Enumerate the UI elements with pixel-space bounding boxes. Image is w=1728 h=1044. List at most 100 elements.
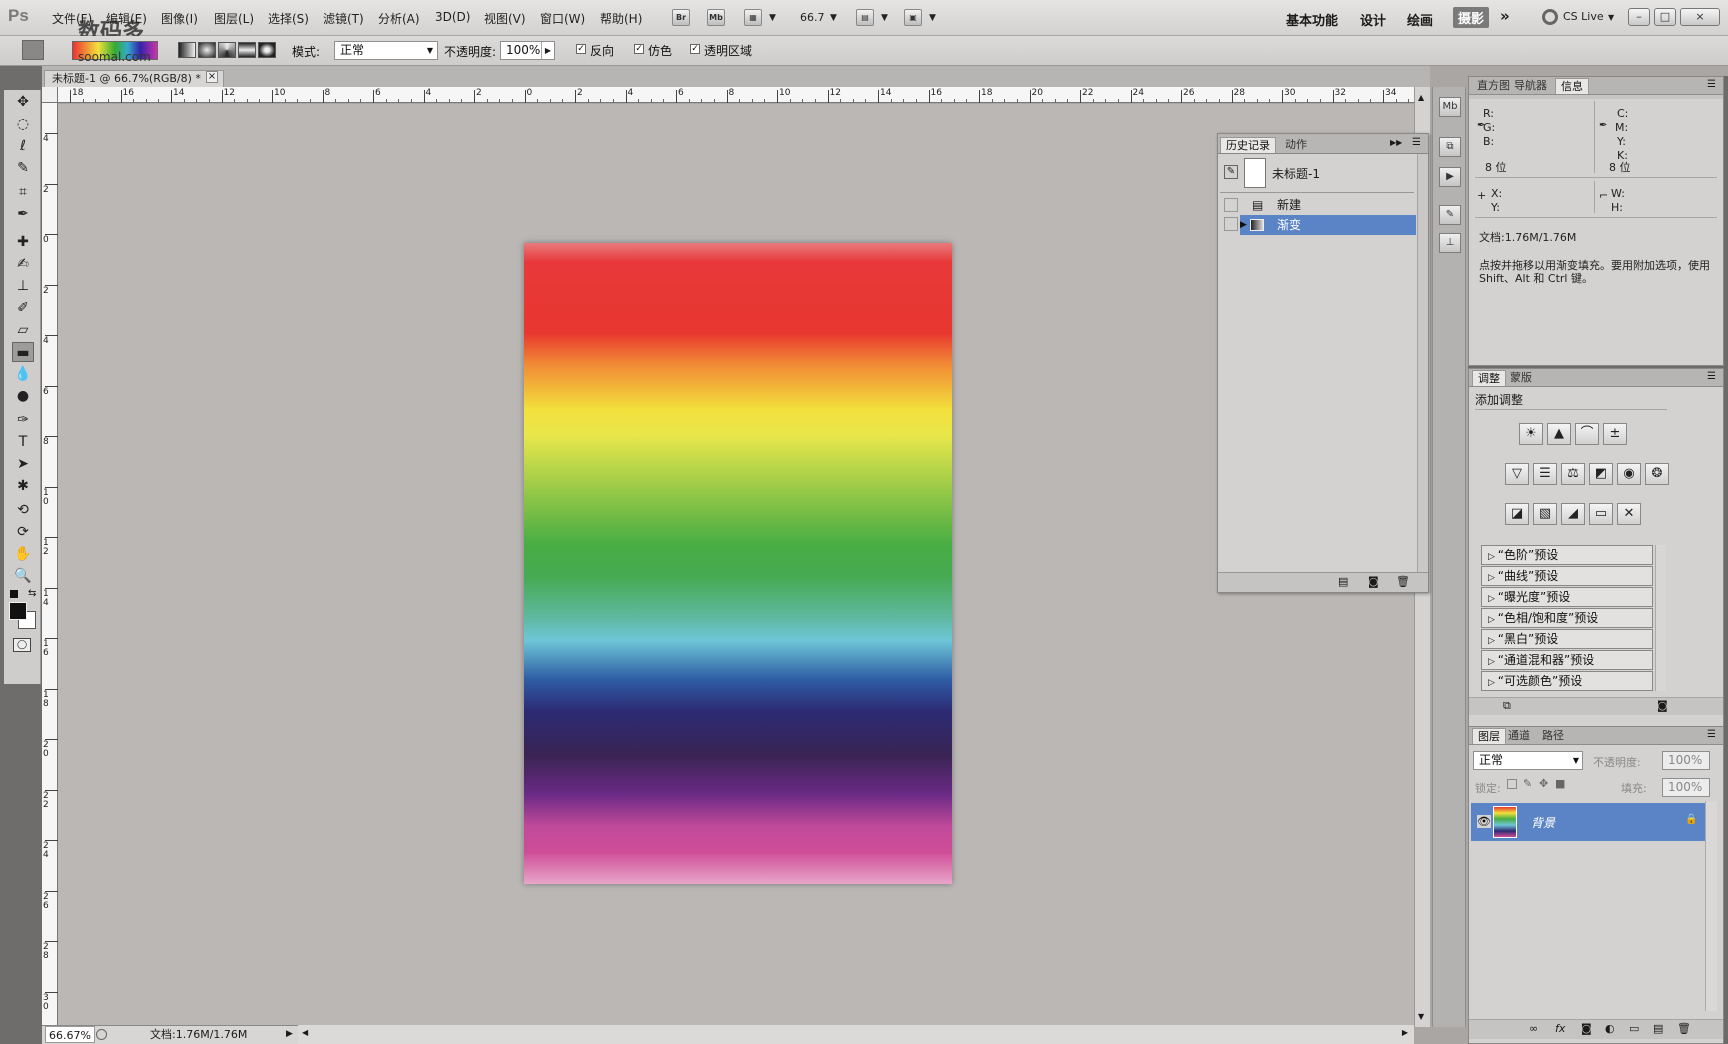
reverse-checkbox[interactable]: ✓ [576, 44, 586, 54]
lock-all-icon[interactable]: ■ [1555, 777, 1565, 790]
trash-icon[interactable]: 🗑 [1396, 575, 1410, 588]
zoom-tool-icon[interactable]: 🔍 [12, 566, 34, 586]
eye-visibility-icon[interactable]: 👁 [1477, 815, 1491, 828]
expanded-view-icon[interactable]: ◙ [1657, 699, 1668, 712]
3d-rotate-tool-icon[interactable]: ⟲ [12, 500, 34, 520]
chevron-down-icon[interactable]: ▼ [830, 13, 837, 23]
shape-tool-icon[interactable]: ✱ [12, 476, 34, 496]
mode-select[interactable]: 正常 ▼ [334, 41, 438, 60]
status-zoom[interactable]: 66.67% [45, 1026, 95, 1043]
quick-selection-tool-icon[interactable]: ✎ [12, 158, 34, 178]
panel-menu-icon[interactable]: ☰ [1707, 729, 1716, 740]
tab-navigator[interactable]: 导航器 [1509, 78, 1552, 94]
cs-live-icon[interactable] [1542, 9, 1558, 25]
gradient-tool-preset-icon[interactable] [22, 40, 44, 60]
preset-black-white[interactable]: ▷ “黑白”预设 [1481, 629, 1653, 649]
preset-levels[interactable]: ▷ “色阶”预设 [1481, 545, 1653, 565]
reflected-gradient-icon[interactable] [238, 42, 256, 58]
tab-history[interactable]: 历史记录 [1220, 137, 1276, 153]
pen-tool-icon[interactable]: ✑ [12, 410, 34, 430]
invert-icon[interactable]: ◪ [1505, 503, 1529, 525]
lock-transparent-icon[interactable] [1507, 779, 1517, 789]
bridge-button[interactable]: Br [672, 9, 690, 26]
selective-color-icon[interactable]: ✕ [1617, 503, 1641, 525]
tab-channels[interactable]: 通道 [1503, 728, 1535, 744]
tab-info[interactable]: 信息 [1555, 78, 1589, 94]
layer-mask-icon[interactable]: ◙ [1581, 1022, 1592, 1035]
chevron-down-icon[interactable]: ▼ [929, 13, 936, 23]
history-brush-tool-icon[interactable]: ✐ [12, 298, 34, 318]
default-colors-icon[interactable] [10, 590, 18, 598]
diamond-gradient-icon[interactable] [258, 42, 276, 58]
clone-source-icon[interactable]: ⊥ [1439, 233, 1461, 253]
preset-hue-saturation[interactable]: ▷ “色相/饱和度”预设 [1481, 608, 1653, 628]
adjustment-layer-icon[interactable]: ◐ [1605, 1022, 1615, 1035]
blur-tool-icon[interactable]: 💧 [12, 364, 34, 384]
history-scrollbar[interactable] [1417, 154, 1428, 572]
menu-image[interactable]: 图像(I) [161, 10, 198, 27]
curves-icon[interactable]: ⌒ [1575, 423, 1599, 445]
scroll-left-icon[interactable]: ◀ [302, 1028, 308, 1037]
group-icon[interactable]: ▭ [1629, 1022, 1639, 1035]
photo-filter-icon[interactable]: ◉ [1617, 463, 1641, 485]
layer-style-icon[interactable]: fx [1555, 1022, 1565, 1035]
screen-mode-icon[interactable]: ▣ [904, 9, 922, 26]
trash-icon[interactable]: 🗑 [1677, 1022, 1691, 1035]
levels-icon[interactable]: ▲ [1547, 423, 1571, 445]
chevron-down-icon[interactable]: ▼ [881, 13, 888, 23]
menu-analysis[interactable]: 分析(A) [378, 10, 420, 27]
move-tool-icon[interactable]: ✥ [12, 92, 34, 112]
actions-panel-icon[interactable]: ▶ [1439, 167, 1461, 187]
history-checkbox[interactable] [1224, 198, 1238, 212]
foreground-color-swatch[interactable] [9, 602, 27, 620]
clone-stamp-tool-icon[interactable]: ⊥ [12, 276, 34, 296]
blend-mode-select[interactable]: 正常 ▼ [1473, 751, 1583, 770]
angle-gradient-icon[interactable] [218, 42, 236, 58]
posterize-icon[interactable]: ▧ [1533, 503, 1557, 525]
preset-selective-color[interactable]: ▷ “可选颜色”预设 [1481, 671, 1653, 691]
threshold-icon[interactable]: ◢ [1561, 503, 1585, 525]
new-layer-icon[interactable]: ▤ [1653, 1022, 1663, 1035]
close-tab-icon[interactable]: × [206, 71, 218, 83]
cs-live-button[interactable]: CS Live [1563, 10, 1604, 23]
close-button[interactable]: × [1680, 8, 1720, 26]
type-tool-icon[interactable]: T [12, 432, 34, 452]
dodge-tool-icon[interactable]: ● [12, 386, 34, 406]
more-workspaces-icon[interactable]: » [1500, 7, 1510, 25]
clip-to-layer-icon[interactable]: ⧉ [1503, 699, 1511, 713]
mini-bridge-icon[interactable]: Mb [1439, 97, 1461, 117]
menu-filter[interactable]: 滤镜(T) [323, 10, 364, 27]
presets-scrollbar[interactable] [1655, 545, 1666, 691]
status-info-icon[interactable] [96, 1029, 107, 1040]
history-checkbox[interactable] [1224, 217, 1238, 231]
menu-3d[interactable]: 3D(D) [435, 10, 470, 24]
view-extras-icon[interactable]: ▦ [744, 9, 762, 26]
chevron-down-icon[interactable]: ▼ [1608, 13, 1614, 22]
panel-menu-icon[interactable]: ☰ [1707, 79, 1716, 90]
arrange-documents-icon[interactable]: ▤ [856, 9, 874, 26]
zoom-level[interactable]: 66.7 [800, 11, 825, 24]
menu-help[interactable]: 帮助(H) [600, 10, 642, 27]
marquee-tool-icon[interactable]: ◌ [12, 114, 34, 134]
radial-gradient-icon[interactable] [198, 42, 216, 58]
3d-orbit-tool-icon[interactable]: ⟳ [12, 522, 34, 542]
menu-window[interactable]: 窗口(W) [540, 10, 585, 27]
workspace-painting[interactable]: 绘画 [1407, 10, 1433, 29]
scroll-down-icon[interactable]: ▼ [1418, 1012, 1424, 1021]
history-item[interactable]: ▤ 新建 [1218, 195, 1414, 215]
preset-exposure[interactable]: ▷ “曝光度”预设 [1481, 587, 1653, 607]
transparency-checkbox[interactable]: ✓ [690, 44, 700, 54]
status-menu-icon[interactable]: ▶ [286, 1026, 293, 1043]
hue-saturation-icon[interactable]: ☰ [1533, 463, 1557, 485]
layer-opacity-field[interactable]: 100% [1662, 751, 1710, 770]
link-layers-icon[interactable]: ∞ [1529, 1022, 1538, 1035]
crop-tool-icon[interactable]: ⌗ [12, 182, 34, 202]
history-item-selected[interactable]: ▶ 渐变 [1240, 215, 1416, 235]
opacity-slider-icon[interactable]: ▶ [541, 42, 554, 59]
layer-row[interactable]: 👁 背景 🔒 [1471, 803, 1705, 841]
eraser-tool-icon[interactable]: ▱ [12, 320, 34, 340]
quick-mask-icon[interactable]: ◯ [13, 638, 31, 652]
new-snapshot-icon[interactable]: ◙ [1368, 575, 1379, 588]
mini-bridge-button[interactable]: Mb [707, 9, 725, 26]
dither-checkbox[interactable]: ✓ [634, 44, 644, 54]
